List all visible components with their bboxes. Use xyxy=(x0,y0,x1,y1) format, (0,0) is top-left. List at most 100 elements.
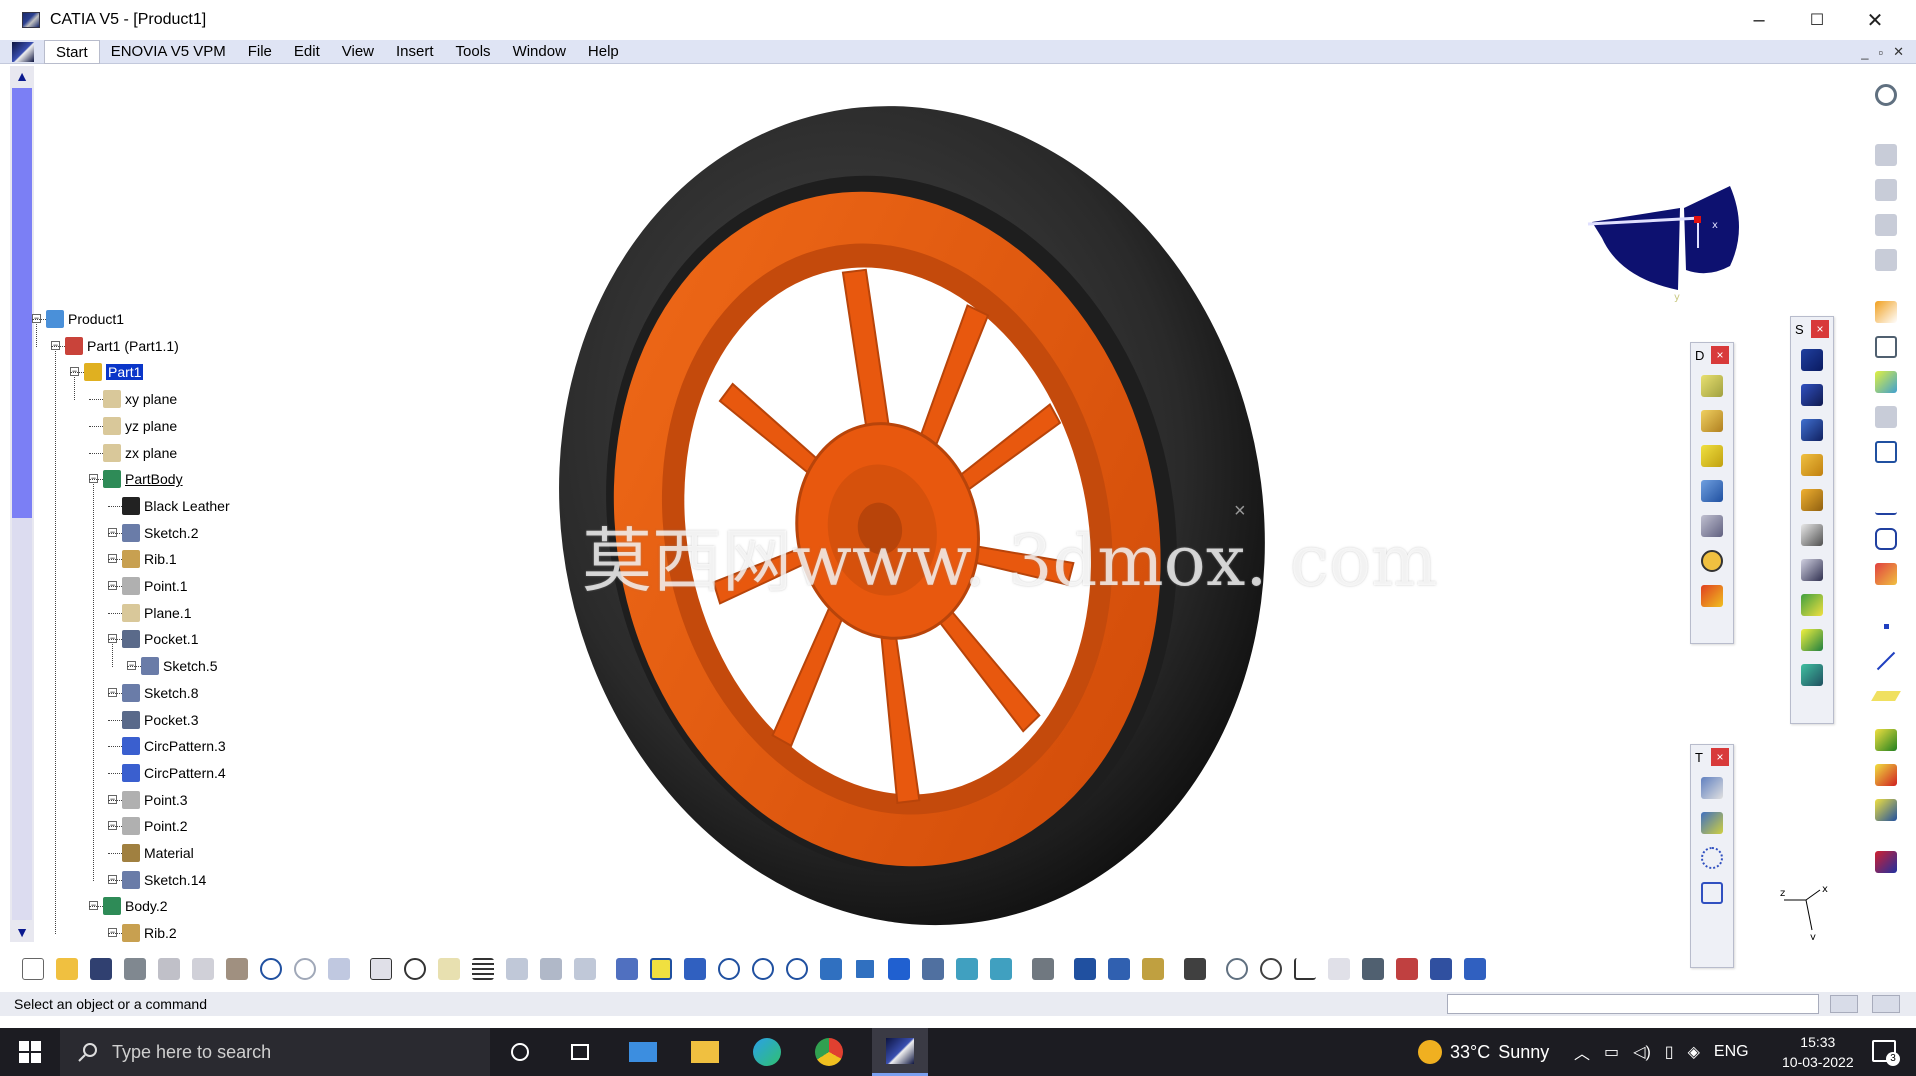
tree-node[interactable]: Pocket.1 xyxy=(122,628,198,650)
fly-mode-icon[interactable] xyxy=(610,953,644,985)
tree-node[interactable]: yz plane xyxy=(103,415,177,437)
open-folder-icon[interactable] xyxy=(50,953,84,985)
doc-minimize-button[interactable]: _ xyxy=(1861,45,1868,60)
tree-layout-icon[interactable] xyxy=(500,953,534,985)
swap-space-icon[interactable] xyxy=(984,953,1018,985)
thread-icon[interactable] xyxy=(1797,624,1827,656)
remove-face-icon[interactable] xyxy=(1797,659,1827,691)
toolbar-t-close-button[interactable]: × xyxy=(1711,748,1729,766)
slot-icon[interactable] xyxy=(1697,475,1727,507)
taskbar-clock[interactable]: 15:33 10-03-2022 xyxy=(1782,1032,1854,1072)
menu-insert[interactable]: Insert xyxy=(385,40,445,64)
volume-icon[interactable]: ◁) xyxy=(1633,1042,1651,1062)
apply-material-icon[interactable] xyxy=(1871,436,1901,468)
tree-node[interactable]: Part1 xyxy=(84,361,144,383)
line-tool-icon[interactable] xyxy=(1871,645,1901,677)
tree-node[interactable]: Material xyxy=(122,842,194,864)
scaling-icon[interactable] xyxy=(1697,877,1727,909)
sheet-icon[interactable] xyxy=(1871,209,1901,241)
grid-icon[interactable] xyxy=(466,953,500,985)
undo-icon[interactable] xyxy=(254,953,288,985)
shading-icon[interactable] xyxy=(916,953,950,985)
tree-node[interactable]: Sketch.14 xyxy=(122,869,206,891)
notification-center-icon[interactable]: 3 xyxy=(1872,1040,1900,1066)
formula-icon[interactable] xyxy=(364,953,398,985)
tree-node[interactable]: Point.2 xyxy=(122,815,188,837)
windows-start-icon[interactable] xyxy=(15,1038,45,1066)
toolbar-s-close-button[interactable]: × xyxy=(1811,320,1829,338)
iso-view-icon[interactable] xyxy=(882,953,916,985)
boolean-intersect-icon[interactable] xyxy=(1871,794,1901,826)
tree-node[interactable]: xy plane xyxy=(103,388,177,410)
tree-node[interactable]: Pocket.3 xyxy=(122,709,198,731)
tree-node[interactable]: Point.3 xyxy=(122,789,188,811)
gear-icon[interactable] xyxy=(1871,79,1901,111)
tree-node[interactable]: Plane.1 xyxy=(122,602,191,624)
zoom-in-icon[interactable] xyxy=(746,953,780,985)
new-file-icon[interactable] xyxy=(16,953,50,985)
annotation-icon[interactable] xyxy=(1871,488,1901,520)
normal-view-icon[interactable] xyxy=(814,953,848,985)
scroll-thumb[interactable] xyxy=(12,88,32,518)
translation-icon[interactable] xyxy=(1697,772,1727,804)
command-button[interactable] xyxy=(1830,995,1858,1013)
tree-node[interactable]: Product1 xyxy=(46,308,124,330)
rotate-icon[interactable] xyxy=(712,953,746,985)
shaft-icon[interactable] xyxy=(1697,405,1727,437)
view-mode-icon[interactable] xyxy=(1458,953,1492,985)
doc-close-button[interactable]: ✕ xyxy=(1893,44,1904,60)
plane-surface-icon[interactable] xyxy=(1871,680,1901,712)
menu-help[interactable]: Help xyxy=(577,40,630,64)
menu-edit[interactable]: Edit xyxy=(283,40,331,64)
pan-icon[interactable] xyxy=(678,953,712,985)
tree-node[interactable]: Rib.1 xyxy=(122,548,177,570)
scale-icon[interactable] xyxy=(1322,953,1356,985)
measure-between-icon[interactable] xyxy=(1068,953,1102,985)
tree-node[interactable]: Sketch.5 xyxy=(141,655,217,677)
menu-start[interactable]: Start xyxy=(44,39,100,64)
zoom-out-icon[interactable] xyxy=(780,953,814,985)
tree-node[interactable]: CircPattern.3 xyxy=(122,735,226,757)
comment-icon[interactable] xyxy=(398,953,432,985)
tree-node[interactable]: Sketch.2 xyxy=(122,522,198,544)
constraint-icon[interactable] xyxy=(1871,558,1901,590)
update-icon[interactable] xyxy=(1220,953,1254,985)
battery-icon[interactable]: ▭ xyxy=(1604,1042,1619,1062)
hide-show-icon[interactable] xyxy=(950,953,984,985)
weather-widget[interactable]: 33°C Sunny xyxy=(1418,1040,1549,1064)
language-indicator[interactable]: ENG xyxy=(1714,1043,1749,1061)
knowledge-icon[interactable] xyxy=(1871,139,1901,171)
snap-icon[interactable] xyxy=(1356,953,1390,985)
taskbar-catia-active[interactable] xyxy=(872,1028,928,1076)
tree-node[interactable]: Body.2 xyxy=(103,895,168,917)
command-input[interactable] xyxy=(1447,994,1819,1014)
doc-restore-button[interactable]: ▫ xyxy=(1878,45,1883,60)
chrome-icon[interactable] xyxy=(814,1038,844,1066)
tree-node[interactable]: Rib.2 xyxy=(122,922,177,944)
tree-node[interactable]: Point.1 xyxy=(122,575,188,597)
taskbar-search[interactable]: Type here to search xyxy=(60,1028,490,1076)
hole-icon[interactable] xyxy=(1797,379,1827,411)
minimize-button[interactable]: – xyxy=(1730,0,1788,40)
menu-view[interactable]: View xyxy=(331,40,385,64)
toolbar-d-close-button[interactable]: × xyxy=(1711,346,1729,364)
tree-node[interactable]: zx plane xyxy=(103,442,177,464)
target-icon[interactable] xyxy=(1697,545,1727,577)
catalog-browser-icon[interactable] xyxy=(1026,953,1060,985)
redo-icon[interactable] xyxy=(288,953,322,985)
axis-system-icon[interactable] xyxy=(1288,953,1322,985)
thickness-icon[interactable] xyxy=(1797,589,1827,621)
menu-enovia[interactable]: ENOVIA V5 VPM xyxy=(100,40,237,64)
security-icon[interactable]: ◈ xyxy=(1688,1042,1700,1062)
point-tool-icon[interactable] xyxy=(1871,610,1901,642)
network-icon[interactable]: ▯ xyxy=(1665,1042,1674,1062)
chamfer-icon[interactable] xyxy=(1797,484,1827,516)
tree-node[interactable]: Sketch.8 xyxy=(122,682,198,704)
hand-icon[interactable] xyxy=(534,953,568,985)
menu-tools[interactable]: Tools xyxy=(445,40,502,64)
select-arrow-icon[interactable] xyxy=(1871,296,1901,328)
menu-window[interactable]: Window xyxy=(502,40,577,64)
menu-file[interactable]: File xyxy=(237,40,283,64)
cut-icon[interactable] xyxy=(152,953,186,985)
edge-icon[interactable] xyxy=(752,1038,782,1066)
